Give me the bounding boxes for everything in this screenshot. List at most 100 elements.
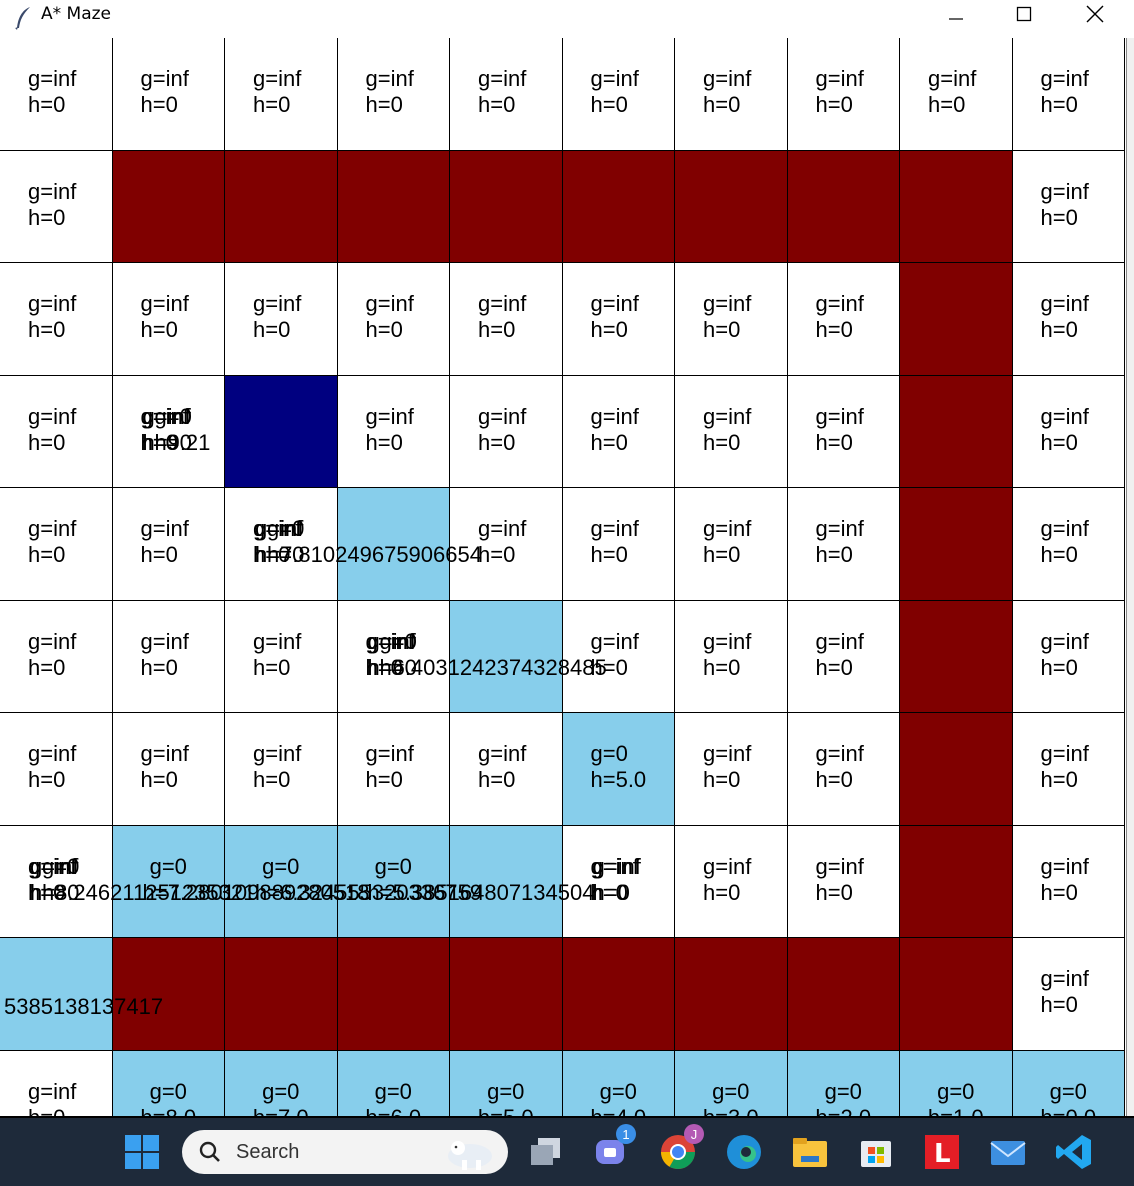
maze-cell-wall[interactable] [337, 150, 450, 263]
maze-cell-empty[interactable]: g=infh=0 [787, 600, 900, 713]
maze-cell-path[interactable]: g=0h=1.0 [900, 1050, 1013, 1116]
mail-icon[interactable] [988, 1132, 1028, 1172]
maze-cell-empty[interactable]: g=infh=0 [0, 375, 113, 488]
teams-icon[interactable]: 1 [592, 1124, 636, 1172]
maze-cell-empty[interactable]: g=infh=0 [1012, 38, 1125, 151]
maze-cell-wall[interactable] [900, 263, 1013, 376]
maze-cell-empty[interactable]: g=infh=0 [225, 38, 338, 151]
maze-cell-wall[interactable] [112, 150, 225, 263]
maze-cell-empty[interactable]: g=infh=0 [787, 825, 900, 938]
maze-cell-empty[interactable]: g=infh=0 [675, 375, 788, 488]
microsoft-store-icon[interactable] [856, 1132, 896, 1172]
maze-cell-empty[interactable]: g=infh=0 [1012, 938, 1125, 1051]
maze-cell-empty[interactable]: g=infh=0 [675, 713, 788, 826]
maze-cell-empty[interactable]: g=infh=0 [675, 263, 788, 376]
maze-cell-empty[interactable]: g=infh=0 [450, 375, 563, 488]
maze-cell-wall[interactable] [900, 488, 1013, 601]
maze-cell-empty[interactable]: g=infh=0 [787, 375, 900, 488]
maze-cell-empty[interactable]: g=infh=0 [112, 600, 225, 713]
maze-cell-empty[interactable]: g=infh=0 [0, 150, 113, 263]
maze-cell-empty[interactable]: g=infh=0 [562, 375, 675, 488]
maze-cell-empty[interactable]: g=infh=0 [112, 263, 225, 376]
maze-cell-wall[interactable] [675, 938, 788, 1051]
edge-icon[interactable] [724, 1132, 764, 1172]
maze-cell-empty[interactable]: g=infh=0 [787, 263, 900, 376]
maze-cell-path[interactable]: g=0h=4.0 [562, 1050, 675, 1116]
task-view-icon[interactable] [526, 1132, 566, 1172]
file-explorer-icon[interactable] [790, 1132, 830, 1172]
maze-cell-wall[interactable] [787, 938, 900, 1051]
search-input[interactable]: Search [182, 1130, 508, 1174]
maze-cell-empty[interactable]: g=infh=0 [562, 263, 675, 376]
maze-cell-path[interactable]: g=0h=5.0 [562, 713, 675, 826]
maze-cell-empty[interactable]: g=infh=0 [112, 488, 225, 601]
maze-cell-empty[interactable]: g=infh=0 [675, 600, 788, 713]
maze-cell-wall[interactable] [337, 938, 450, 1051]
minimize-button[interactable] [933, 0, 979, 28]
maze-cell-path[interactable]: g=0h=3.0 [675, 1050, 788, 1116]
maze-cell-path[interactable]: g=0h=5.0 [450, 1050, 563, 1116]
maze-cell-empty[interactable]: g=infh=0 [1012, 713, 1125, 826]
maze-cell-empty[interactable]: g=infh=0 [0, 600, 113, 713]
chrome-icon[interactable]: J [658, 1124, 704, 1172]
h-value: h=0 [1040, 92, 1078, 117]
maze-cell-empty[interactable]: g=infh=0 [675, 488, 788, 601]
maze-cell-empty[interactable]: g=infh=0 [562, 38, 675, 151]
close-button[interactable] [1072, 0, 1118, 28]
maze-cell-wall[interactable] [450, 150, 563, 263]
maze-cell-start[interactable] [225, 375, 338, 488]
maze-cell-path[interactable]: g=0h=6.0 [337, 1050, 450, 1116]
maze-cell-empty[interactable]: g=infh=0 [0, 488, 113, 601]
maze-cell-wall[interactable] [900, 713, 1013, 826]
maze-cell-empty[interactable]: g=infh=0 [337, 375, 450, 488]
maze-cell-wall[interactable] [900, 825, 1013, 938]
maze-cell-empty[interactable]: g=infh=0 [225, 600, 338, 713]
maze-cell-wall[interactable] [225, 150, 338, 263]
maze-cell-empty[interactable]: g=infh=0 [675, 38, 788, 151]
maze-cell-wall[interactable] [900, 150, 1013, 263]
maze-cell-empty[interactable]: g=infh=0 [450, 263, 563, 376]
maze-cell-empty[interactable]: g=infh=0 [0, 713, 113, 826]
maze-cell-empty[interactable]: g=infh=0 [112, 38, 225, 151]
maze-cell-empty[interactable]: g=infh=0 [675, 825, 788, 938]
maze-cell-empty[interactable]: g=infh=0 [0, 38, 113, 151]
maze-cell-wall[interactable] [900, 600, 1013, 713]
maze-cell-empty[interactable]: g=infh=0 [450, 713, 563, 826]
windows-start-icon[interactable] [122, 1132, 162, 1172]
maze-cell-empty[interactable]: g=infh=0 [337, 263, 450, 376]
maze-cell-path[interactable]: g=0h=0.0 [1012, 1050, 1125, 1116]
vscode-icon[interactable] [1054, 1132, 1094, 1172]
maze-cell-wall[interactable] [562, 938, 675, 1051]
maze-cell-empty[interactable]: g=infh=0 [225, 713, 338, 826]
maze-cell-path[interactable]: g=0h=2.0 [787, 1050, 900, 1116]
maze-cell-empty[interactable]: g=infh=0 [337, 38, 450, 151]
maze-cell-empty[interactable]: g=infh=0 [337, 713, 450, 826]
maze-cell-empty[interactable]: g=infh=0 [1012, 150, 1125, 263]
maze-cell-empty[interactable]: g=infh=0 [1012, 488, 1125, 601]
l-app-icon[interactable]: L [922, 1132, 962, 1172]
maximize-button[interactable] [1001, 0, 1047, 28]
maze-cell-path[interactable]: g=0h=8.0 [112, 1050, 225, 1116]
maze-cell-path[interactable]: g=0h=7.0 [225, 1050, 338, 1116]
maze-cell-empty[interactable]: g=infh=0 [562, 488, 675, 601]
maze-cell-empty[interactable]: g=infh=0 [1012, 375, 1125, 488]
maze-cell-wall[interactable] [787, 150, 900, 263]
maze-cell-empty[interactable]: g=infh=0 [1012, 263, 1125, 376]
maze-cell-wall[interactable] [450, 938, 563, 1051]
maze-cell-wall[interactable] [225, 938, 338, 1051]
maze-cell-wall[interactable] [900, 375, 1013, 488]
maze-cell-empty[interactable]: g=infh=0 [225, 263, 338, 376]
maze-cell-empty[interactable]: g=infh=0 [787, 713, 900, 826]
maze-cell-empty[interactable]: g=infh=0 [1012, 825, 1125, 938]
maze-cell-wall[interactable] [900, 938, 1013, 1051]
maze-cell-empty[interactable]: g=infh=0 [450, 38, 563, 151]
maze-cell-empty[interactable]: g=infh=0 [1012, 600, 1125, 713]
maze-cell-empty[interactable]: g=infh=0 [900, 38, 1013, 151]
maze-cell-empty[interactable]: g=infh=0 [787, 38, 900, 151]
maze-cell-empty[interactable]: g=infh=0 [112, 713, 225, 826]
maze-cell-wall[interactable] [675, 150, 788, 263]
maze-cell-wall[interactable] [562, 150, 675, 263]
maze-cell-empty[interactable]: g=infh=0 [787, 488, 900, 601]
maze-cell-empty[interactable]: g=infh=0 [0, 1050, 113, 1116]
maze-cell-empty[interactable]: g=infh=0 [0, 263, 113, 376]
